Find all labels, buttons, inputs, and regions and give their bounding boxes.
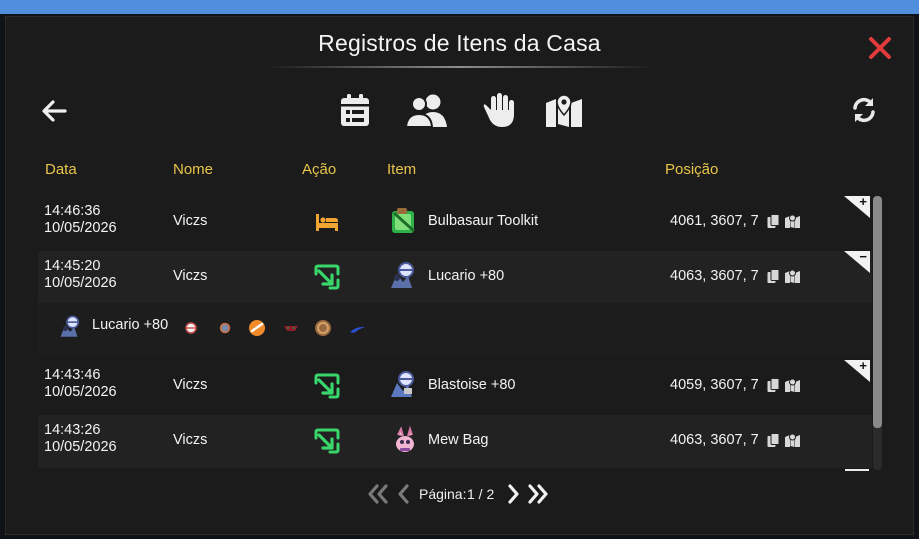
refresh-icon[interactable] bbox=[849, 95, 879, 125]
row-position: 4063, 3607, 7 bbox=[670, 268, 759, 284]
column-header-item: Item bbox=[387, 161, 417, 178]
pokeball-icon bbox=[185, 322, 197, 334]
row-time: 14:43:46 bbox=[44, 367, 101, 383]
map-pin-icon[interactable] bbox=[785, 433, 800, 447]
users-icon[interactable] bbox=[405, 93, 450, 128]
row-item-name: Blastoise +80 bbox=[428, 377, 516, 393]
row-item-name: Bulbasaur Toolkit bbox=[428, 213, 539, 229]
row-position: 4059, 3607, 7 bbox=[670, 377, 759, 393]
row-player-name: Viczs bbox=[173, 268, 208, 284]
collapse-toggle-symbol: − bbox=[859, 249, 867, 264]
orb-icon bbox=[219, 322, 231, 334]
row-datetime: 14:43:26 10/05/2026 bbox=[44, 422, 117, 456]
row-date: 10/05/2026 bbox=[44, 220, 117, 236]
map-pin-icon[interactable] bbox=[785, 269, 800, 283]
column-header-action: Ação bbox=[302, 161, 337, 178]
collapse-toggle[interactable]: − bbox=[844, 249, 870, 273]
map-pin-icon[interactable] bbox=[545, 94, 583, 128]
detail-item-name: Lucario +80 bbox=[92, 317, 169, 333]
row-datetime: 14:43:46 10/05/2026 bbox=[44, 367, 117, 401]
row-time: 14:43:26 bbox=[44, 422, 101, 438]
expand-toggle[interactable]: + bbox=[844, 194, 870, 218]
calendar-icon[interactable] bbox=[338, 92, 372, 128]
berry-icon bbox=[284, 326, 298, 331]
expand-toggle-symbol: + bbox=[859, 358, 867, 373]
table-row[interactable]: 14:43:46 10/05/2026 Viczs Blastoise +80 … bbox=[38, 358, 872, 413]
back-arrow-icon[interactable] bbox=[40, 97, 68, 125]
map-pin-icon[interactable] bbox=[785, 378, 800, 392]
page-label: Página: bbox=[419, 486, 467, 502]
feather-icon bbox=[350, 326, 365, 333]
hand-icon[interactable] bbox=[482, 92, 516, 128]
row-datetime: 14:45:20 10/05/2026 bbox=[44, 258, 117, 292]
pokeball-item-icon bbox=[391, 371, 414, 397]
row-time: 14:46:36 bbox=[44, 203, 101, 219]
arrow-in-icon bbox=[314, 373, 340, 399]
copy-icon[interactable] bbox=[767, 378, 780, 393]
row-player-name: Viczs bbox=[173, 213, 208, 229]
row-item-name: Lucario +80 bbox=[428, 268, 505, 284]
table-row[interactable]: 14:43:26 10/05/2026 Viczs Mew Bag 4063, … bbox=[38, 415, 872, 468]
window-title: Registros de Itens da Casa bbox=[318, 30, 601, 56]
row-date: 10/05/2026 bbox=[44, 439, 117, 455]
column-header-date: Data bbox=[45, 161, 77, 178]
row-date: 10/05/2026 bbox=[44, 275, 117, 291]
next-page-icon[interactable] bbox=[508, 484, 520, 504]
expand-toggle[interactable]: + bbox=[844, 358, 870, 382]
row-player-name: Viczs bbox=[173, 377, 208, 393]
table-row[interactable]: 14:46:36 10/05/2026 Viczs Bulbasaur Tool… bbox=[38, 194, 872, 249]
stone-icon bbox=[249, 320, 265, 336]
expand-toggle-symbol: + bbox=[859, 194, 867, 209]
column-header-name: Nome bbox=[173, 161, 214, 178]
arrow-in-icon bbox=[314, 428, 340, 454]
table-row[interactable]: 14:45:20 10/05/2026 Viczs Lucario +80 40… bbox=[38, 249, 872, 304]
row-date: 10/05/2026 bbox=[44, 384, 117, 400]
pokeball-item-icon bbox=[60, 315, 80, 337]
pokeball-item-icon bbox=[391, 262, 414, 288]
previous-page-icon[interactable] bbox=[397, 484, 409, 504]
copy-icon[interactable] bbox=[767, 269, 780, 284]
last-page-icon[interactable] bbox=[527, 484, 549, 504]
page-indicator: 1 / 2 bbox=[467, 486, 495, 502]
row-detail-panel: Lucario +80 bbox=[38, 303, 872, 355]
row-time: 14:45:20 bbox=[44, 258, 101, 274]
column-header-position: Posição bbox=[665, 161, 719, 178]
row-position: 4061, 3607, 7 bbox=[670, 213, 759, 229]
copy-icon[interactable] bbox=[767, 214, 780, 229]
toolkit-icon bbox=[392, 208, 416, 233]
shell-icon bbox=[315, 320, 331, 336]
bed-icon bbox=[316, 214, 338, 231]
first-page-icon[interactable] bbox=[367, 484, 389, 504]
bag-icon bbox=[396, 425, 414, 452]
close-icon[interactable] bbox=[867, 35, 893, 61]
top-bar bbox=[0, 0, 919, 14]
copy-icon[interactable] bbox=[767, 433, 780, 448]
title-divider bbox=[265, 66, 655, 68]
row-position: 4063, 3607, 7 bbox=[670, 432, 759, 448]
map-pin-icon[interactable] bbox=[785, 214, 800, 228]
row-datetime: 14:46:36 10/05/2026 bbox=[44, 203, 117, 237]
row-item-name: Mew Bag bbox=[428, 432, 489, 448]
arrow-in-icon bbox=[314, 264, 340, 290]
scrollbar-thumb[interactable] bbox=[873, 196, 882, 428]
row-player-name: Viczs bbox=[173, 432, 208, 448]
scrollbar-track[interactable] bbox=[873, 196, 882, 470]
list-end-marker bbox=[845, 469, 869, 471]
